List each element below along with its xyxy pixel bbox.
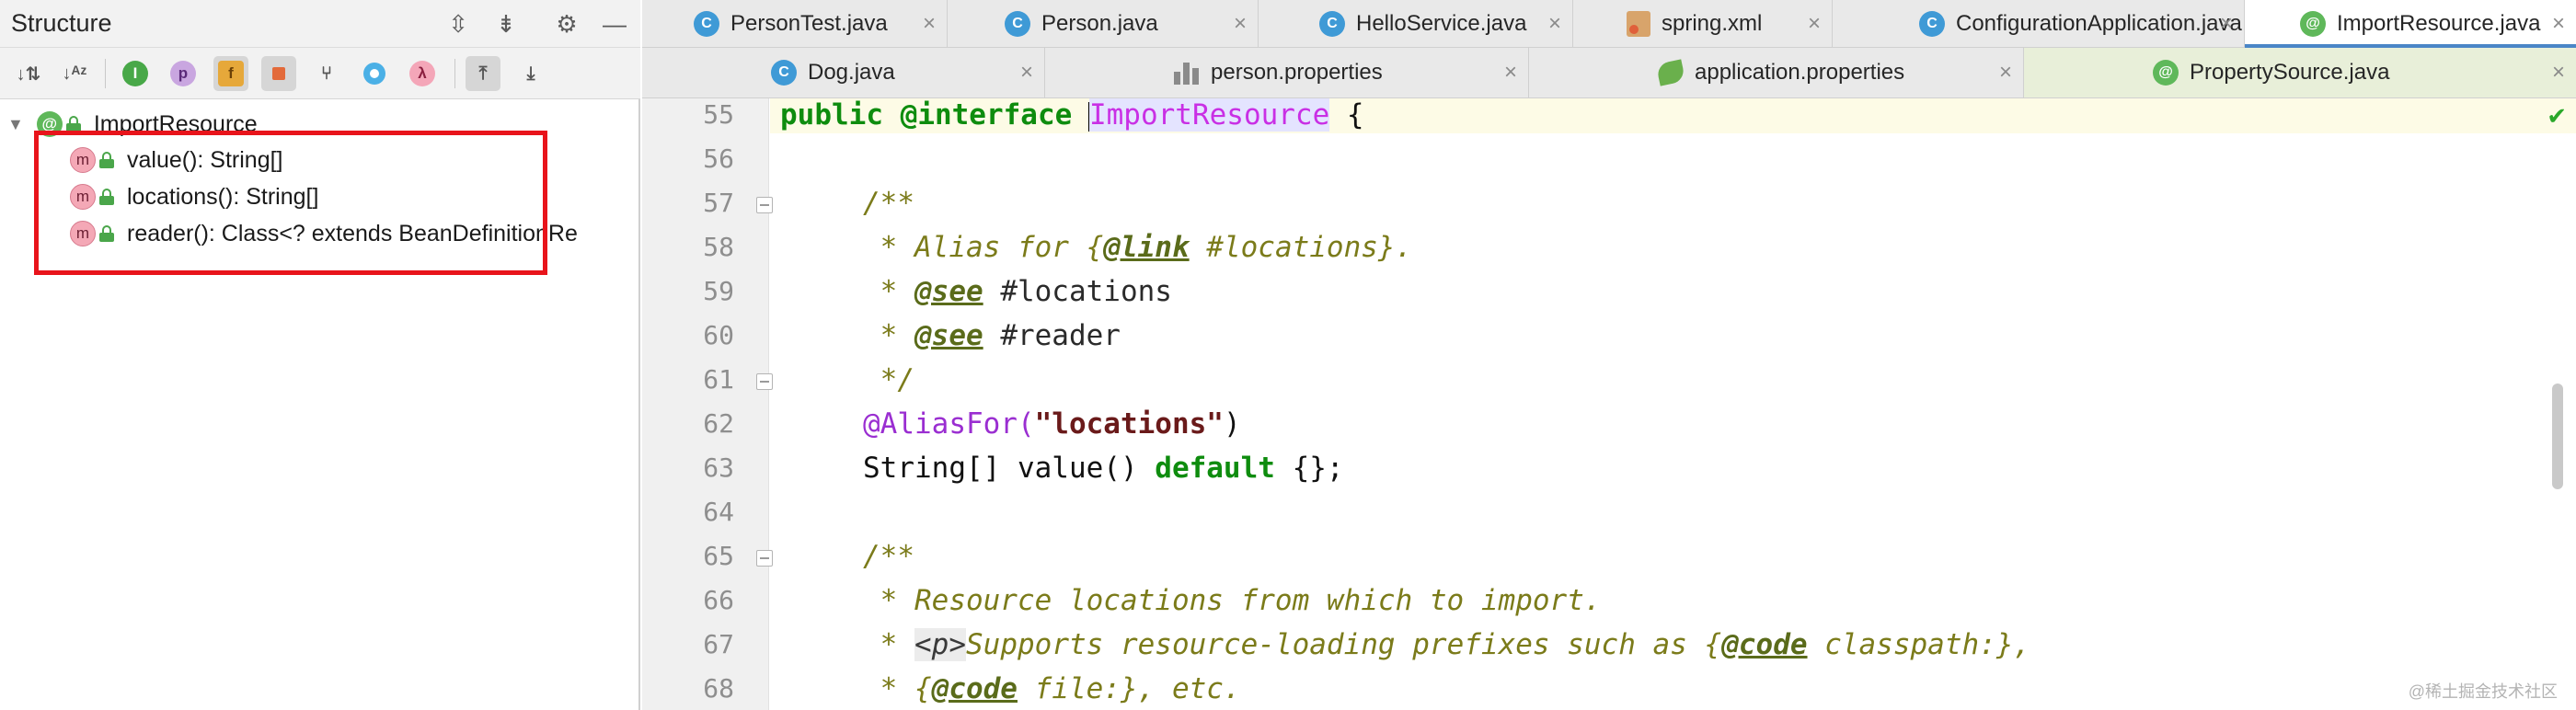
- code-line-68: * {@code file:}, etc.: [863, 672, 1241, 705]
- close-icon[interactable]: ×: [1548, 11, 1561, 37]
- properties-icon: [1174, 61, 1200, 85]
- tab-persontest[interactable]: C PersonTest.java ×: [642, 0, 948, 47]
- tab-label: HelloService.java: [1356, 10, 1527, 36]
- tab-label: PersonTest.java: [730, 10, 888, 36]
- class-icon: C: [1005, 10, 1030, 37]
- code-line-58: * Alias for {@link #locations}.: [863, 231, 1413, 264]
- sort-by-visibility-icon[interactable]: ↓⇅: [11, 56, 46, 91]
- line-number: 59: [703, 276, 734, 306]
- highlight-box: [34, 131, 547, 275]
- tab-label: spring.xml: [1662, 10, 1763, 36]
- structure-panel: Structure ⇳ ⇟ ⚙ — ↓⇅ ↓ᴬᶻ I p f ⑂ λ ⤒ ⤓ ▼…: [0, 0, 640, 710]
- tab-label: person.properties: [1211, 60, 1383, 85]
- toolbar-separator: [454, 59, 455, 88]
- fold-marker-icon[interactable]: [756, 373, 773, 390]
- gear-icon[interactable]: ⚙: [550, 7, 583, 40]
- tab-spring-xml[interactable]: spring.xml ×: [1573, 0, 1833, 47]
- code-line-60: * @see #reader: [863, 319, 1121, 352]
- class-icon: C: [771, 60, 797, 86]
- fold-marker-icon[interactable]: [756, 550, 773, 567]
- close-icon[interactable]: ×: [1808, 11, 1821, 37]
- tab-dog[interactable]: C Dog.java ×: [642, 48, 1045, 97]
- class-icon: C: [694, 10, 719, 37]
- spring-leaf-icon: [1655, 59, 1686, 86]
- class-icon: C: [1319, 10, 1345, 37]
- show-fields-icon[interactable]: f: [213, 56, 248, 91]
- tab-label: ConfigurationApplication.java: [1956, 10, 2242, 36]
- line-number: 61: [703, 364, 734, 395]
- structure-toolbar: ↓⇅ ↓ᴬᶻ I p f ⑂ λ ⤒ ⤓: [0, 48, 640, 99]
- show-lambdas-icon[interactable]: λ: [405, 56, 440, 91]
- xml-icon: [1627, 10, 1650, 37]
- check-icon: ✔: [2547, 102, 2567, 130]
- code-line-59: * @see #locations: [863, 275, 1172, 308]
- line-number: 65: [703, 541, 734, 571]
- autoscroll-to-source-icon[interactable]: ⤒: [466, 56, 500, 91]
- class-icon: C: [1919, 10, 1945, 37]
- close-icon[interactable]: ×: [1999, 60, 2012, 86]
- code-line-67: * <p>Supports resource-loading prefixes …: [863, 628, 2031, 661]
- show-non-public-icon[interactable]: [261, 56, 296, 91]
- tab-propertysource[interactable]: @ PropertySource.java ×: [2024, 48, 2576, 97]
- tab-label: Dog.java: [808, 60, 895, 85]
- editor-tabs-row-2: C Dog.java × person.properties × applica…: [642, 48, 2576, 98]
- expand-arrow-icon[interactable]: ▼: [7, 115, 24, 134]
- tab-label: Person.java: [1041, 10, 1158, 36]
- close-icon[interactable]: ×: [2552, 60, 2565, 86]
- toolbar-separator: [105, 59, 106, 88]
- sort-alphabetically-icon[interactable]: ↓ᴬᶻ: [57, 56, 92, 91]
- close-icon[interactable]: ×: [2220, 11, 2233, 37]
- close-icon[interactable]: ×: [1020, 60, 1033, 86]
- code-line-57: /**: [863, 187, 914, 220]
- code-line-61: */: [863, 363, 914, 396]
- tab-label: ImportResource.java: [2337, 10, 2541, 36]
- code-line-55: public @interface ImportResource {: [770, 98, 2576, 133]
- tab-importresource[interactable]: @ ImportResource.java ×: [2245, 0, 2576, 48]
- close-icon[interactable]: ×: [2552, 11, 2565, 37]
- autoscroll-from-source-icon[interactable]: ⤓: [513, 56, 548, 91]
- structure-header: Structure ⇳ ⇟ ⚙ —: [0, 0, 640, 48]
- line-number: 58: [703, 232, 734, 262]
- annotation-icon: @: [2153, 60, 2179, 86]
- line-number: 56: [703, 143, 734, 174]
- structure-title: Structure: [11, 9, 112, 37]
- tab-label: application.properties: [1695, 60, 1905, 85]
- code-line-65: /**: [863, 540, 914, 573]
- tab-application-properties[interactable]: application.properties ×: [1529, 48, 2024, 97]
- tab-helloservice[interactable]: C HelloService.java ×: [1259, 0, 1573, 47]
- annotation-icon: @: [2300, 10, 2326, 37]
- tab-person-properties[interactable]: person.properties ×: [1045, 48, 1529, 97]
- tab-configurationapplication[interactable]: C ConfigurationApplication.java ×: [1833, 0, 2245, 47]
- line-number: 68: [703, 673, 734, 704]
- fold-marker-icon[interactable]: [756, 197, 773, 213]
- line-number: 57: [703, 188, 734, 218]
- close-icon[interactable]: ×: [1504, 60, 1517, 86]
- line-number: 64: [703, 497, 734, 527]
- line-number: 67: [703, 629, 734, 659]
- line-number: 60: [703, 320, 734, 350]
- vertical-scrollbar[interactable]: [2552, 384, 2563, 489]
- line-number: 63: [703, 452, 734, 483]
- code-line-62: @AliasFor("locations"): [863, 407, 1241, 441]
- show-anonymous-icon[interactable]: [357, 56, 392, 91]
- line-number: 55: [703, 99, 734, 130]
- line-number: 62: [703, 408, 734, 439]
- code-editor[interactable]: 55 56 57 58 59 60 61 62 63 64 65 66 67 6…: [642, 98, 2576, 710]
- close-icon[interactable]: ×: [923, 11, 936, 37]
- collapse-all-icon[interactable]: ⇟: [489, 7, 523, 40]
- tab-label: PropertySource.java: [2190, 60, 2390, 85]
- show-properties-icon[interactable]: p: [166, 56, 201, 91]
- tab-person[interactable]: C Person.java ×: [948, 0, 1259, 47]
- line-number-gutter: 55 56 57 58 59 60 61 62 63 64 65 66 67 6…: [642, 98, 773, 710]
- code-line-66: * Resource locations from which to impor…: [863, 584, 1602, 617]
- editor-tabs-row-1: C PersonTest.java × C Person.java × C He…: [642, 0, 2576, 48]
- code-line-63: String[] value() default {};: [863, 452, 1344, 485]
- watermark: @稀土掘金技术社区: [2408, 682, 2558, 701]
- expand-all-icon[interactable]: ⇳: [442, 7, 475, 40]
- minimize-icon[interactable]: —: [598, 7, 631, 40]
- show-hierarchy-icon[interactable]: ⑂: [309, 56, 344, 91]
- close-icon[interactable]: ×: [1234, 11, 1247, 37]
- show-inherited-icon[interactable]: I: [118, 56, 153, 91]
- line-number: 66: [703, 585, 734, 615]
